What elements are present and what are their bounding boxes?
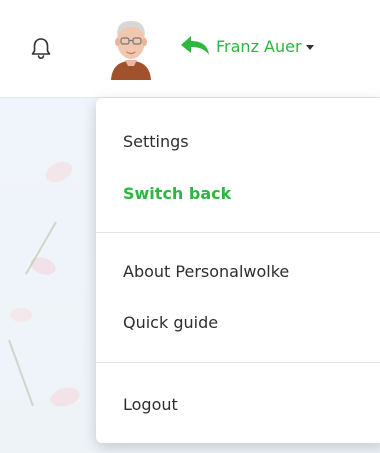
top-navigation-bar: Franz Auer [0, 0, 380, 98]
menu-divider [96, 362, 380, 363]
avatar[interactable] [106, 14, 156, 80]
user-dropdown-menu: Settings Switch back About Personalwolke… [96, 98, 380, 443]
menu-item-switch-back[interactable]: Switch back [123, 184, 231, 203]
menu-item-logout[interactable]: Logout [123, 395, 178, 414]
user-name: Franz Auer [216, 36, 302, 56]
menu-item-about[interactable]: About Personalwolke [123, 262, 289, 281]
user-menu-toggle[interactable]: Franz Auer [180, 33, 314, 59]
caret-down-icon [305, 44, 314, 50]
bell-icon[interactable] [27, 34, 55, 62]
menu-divider [96, 232, 380, 233]
page: Franz Auer Settings Switch back About Pe… [0, 0, 380, 453]
menu-item-quick-guide[interactable]: Quick guide [123, 313, 218, 332]
menu-item-settings[interactable]: Settings [123, 132, 189, 151]
reply-arrow-icon [181, 36, 209, 55]
